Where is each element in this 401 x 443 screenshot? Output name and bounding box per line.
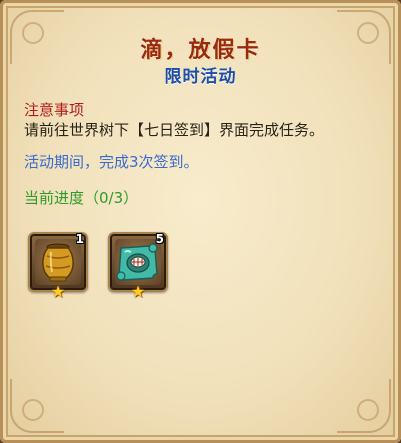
reward-count: 5	[155, 232, 164, 246]
star-icon: ★	[50, 282, 66, 301]
teal-puzzle-chest-icon	[116, 243, 158, 281]
reward-slot[interactable]: 5 ★	[108, 232, 168, 300]
event-title: 滴，放假卡	[140, 38, 261, 63]
notice-heading: 注意事项	[24, 101, 85, 119]
notice-body: 请前往世界树下【七日签到】界面完成任务。	[24, 121, 325, 139]
reward-count: 1	[75, 232, 84, 246]
corner-curl	[22, 399, 44, 421]
progress-text: 当前进度（0/3）	[24, 189, 139, 207]
event-subtitle: 限时活动	[164, 67, 237, 87]
star-icon: ★	[130, 282, 146, 301]
event-period-text: 活动期间，完成3次签到。	[24, 153, 199, 171]
golden-urn-icon	[42, 243, 74, 282]
corner-curl	[357, 399, 379, 421]
reward-slot[interactable]: 1 ★	[28, 232, 88, 300]
event-panel: 滴，放假卡 限时活动 注意事项 请前往世界树下【七日签到】界面完成任务。 活动期…	[0, 0, 401, 443]
